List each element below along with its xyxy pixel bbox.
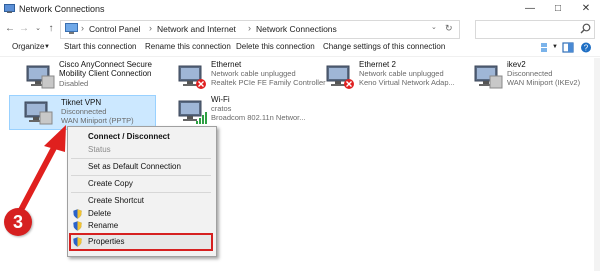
menu-item-status[interactable]: Status [88,145,111,154]
connection-name: Mobility Client Connection [59,69,152,78]
shield-icon [73,209,82,219]
address-row: ← → ⌄ ↑ › Control Panel › Network and In… [0,18,600,40]
connection-status: Network cable unplugged [359,69,444,78]
up-arrow-icon[interactable]: ↑ [45,22,57,36]
start-connection-button[interactable]: Start this connection [64,42,136,51]
back-arrow-icon[interactable]: ← [4,22,16,36]
vpn-adapter-icon [26,65,55,89]
connection-status: Network cable unplugged [211,69,296,78]
connection-device: Keno Virtual Network Adap... [359,78,455,87]
connection-status: Disconnected [61,107,107,116]
connection-ethernet-2[interactable]: Ethernet 2 Network cable unplugged Keno … [324,60,464,94]
change-settings-button[interactable]: Change settings of this connection [323,42,445,51]
connection-name: Cisco AnyConnect Secure [59,60,152,69]
title-bar: Network Connections — □ ✕ [0,0,600,18]
help-icon[interactable]: ? [580,42,592,53]
breadcrumb-control-panel[interactable]: Control Panel [89,24,141,34]
command-bar: Organize ▼ Start this connection Rename … [0,40,600,57]
breadcrumb-separator-icon: › [248,23,251,33]
ethernet-unplugged-icon [326,65,354,89]
chevron-down-icon: ▼ [44,44,50,50]
connection-status: Disconnected [507,69,553,78]
view-options-icon[interactable] [540,42,552,53]
connection-cisco-anyconnect[interactable]: Cisco AnyConnect Secure Mobility Client … [24,60,164,94]
menu-item-properties[interactable]: Properties [88,237,124,246]
context-menu: Connect / Disconnect Status Set as Defau… [67,126,217,257]
menu-item-rename[interactable]: Rename [88,221,118,230]
connection-name: Wi-Fi [211,95,230,104]
view-dropdown-icon[interactable]: ▼ [552,44,558,50]
menu-item-connect-disconnect[interactable]: Connect / Disconnect [88,132,170,141]
breadcrumb-network-and-internet[interactable]: Network and Internet [157,24,236,34]
address-dropdown-icon[interactable]: ⌄ [431,23,437,31]
connection-device: WAN Miniport (PPTP) [61,116,134,125]
shield-icon [73,237,82,247]
window-title: Network Connections [19,4,105,14]
connection-name: Ethernet [211,60,242,69]
connection-name: ikev2 [507,60,526,69]
rename-connection-button[interactable]: Rename this connection [145,42,231,51]
breadcrumb-separator-icon: › [149,23,152,33]
minimize-button[interactable]: — [516,0,544,18]
menu-item-delete[interactable]: Delete [88,209,111,218]
breadcrumb-separator-icon: › [81,23,84,33]
shield-icon [73,221,82,231]
breadcrumb-network-connections[interactable]: Network Connections [256,24,337,34]
menu-item-create-copy[interactable]: Create Copy [88,179,133,188]
connection-device: Realtek PCIe FE Family Controller [211,78,326,87]
organize-menu[interactable]: Organize [12,42,44,51]
connection-status: Disabled [59,79,89,88]
vertical-scrollbar[interactable] [594,58,600,271]
connection-wifi[interactable]: Wi-Fi cratos Broadcom 802.11n Networ... [176,95,316,129]
menu-separator [71,175,211,176]
address-bar[interactable]: › Control Panel › Network and Internet ›… [60,20,460,39]
delete-connection-button[interactable]: Delete this connection [236,42,315,51]
connection-status: cratos [211,104,232,113]
wifi-adapter-icon [178,100,207,124]
menu-separator [71,158,211,159]
recent-chevron-icon[interactable]: ⌄ [32,22,44,36]
connection-name: Ethernet 2 [359,60,396,69]
search-box[interactable] [475,20,595,39]
connection-tiknet-vpn[interactable]: Tiknet VPN Disconnected WAN Miniport (PP… [9,95,156,130]
connection-device: WAN Miniport (IKEv2) [507,78,581,87]
svg-text:?: ? [584,43,589,52]
ethernet-unplugged-icon [178,65,206,89]
forward-arrow-icon[interactable]: → [18,22,30,36]
menu-item-set-default[interactable]: Set as Default Connection [88,162,181,171]
connection-device: Broadcom 802.11n Networ... [211,113,306,122]
search-icon [580,23,591,34]
connection-ikev2[interactable]: ikev2 Disconnected WAN Miniport (IKEv2) [472,60,592,94]
menu-separator [71,192,211,193]
connection-name: Tiknet VPN [61,98,102,107]
control-panel-icon [65,23,78,34]
preview-pane-icon[interactable] [562,42,574,53]
menu-item-create-shortcut[interactable]: Create Shortcut [88,196,144,205]
vpn-adapter-icon [474,65,503,89]
refresh-icon[interactable]: ↻ [445,23,453,34]
vpn-adapter-icon [24,101,53,125]
connection-ethernet[interactable]: Ethernet Network cable unplugged Realtek… [176,60,326,94]
network-connections-app-icon [4,4,15,13]
close-button[interactable]: ✕ [572,0,600,18]
step-badge: 3 [4,208,32,236]
maximize-button[interactable]: □ [544,0,572,18]
